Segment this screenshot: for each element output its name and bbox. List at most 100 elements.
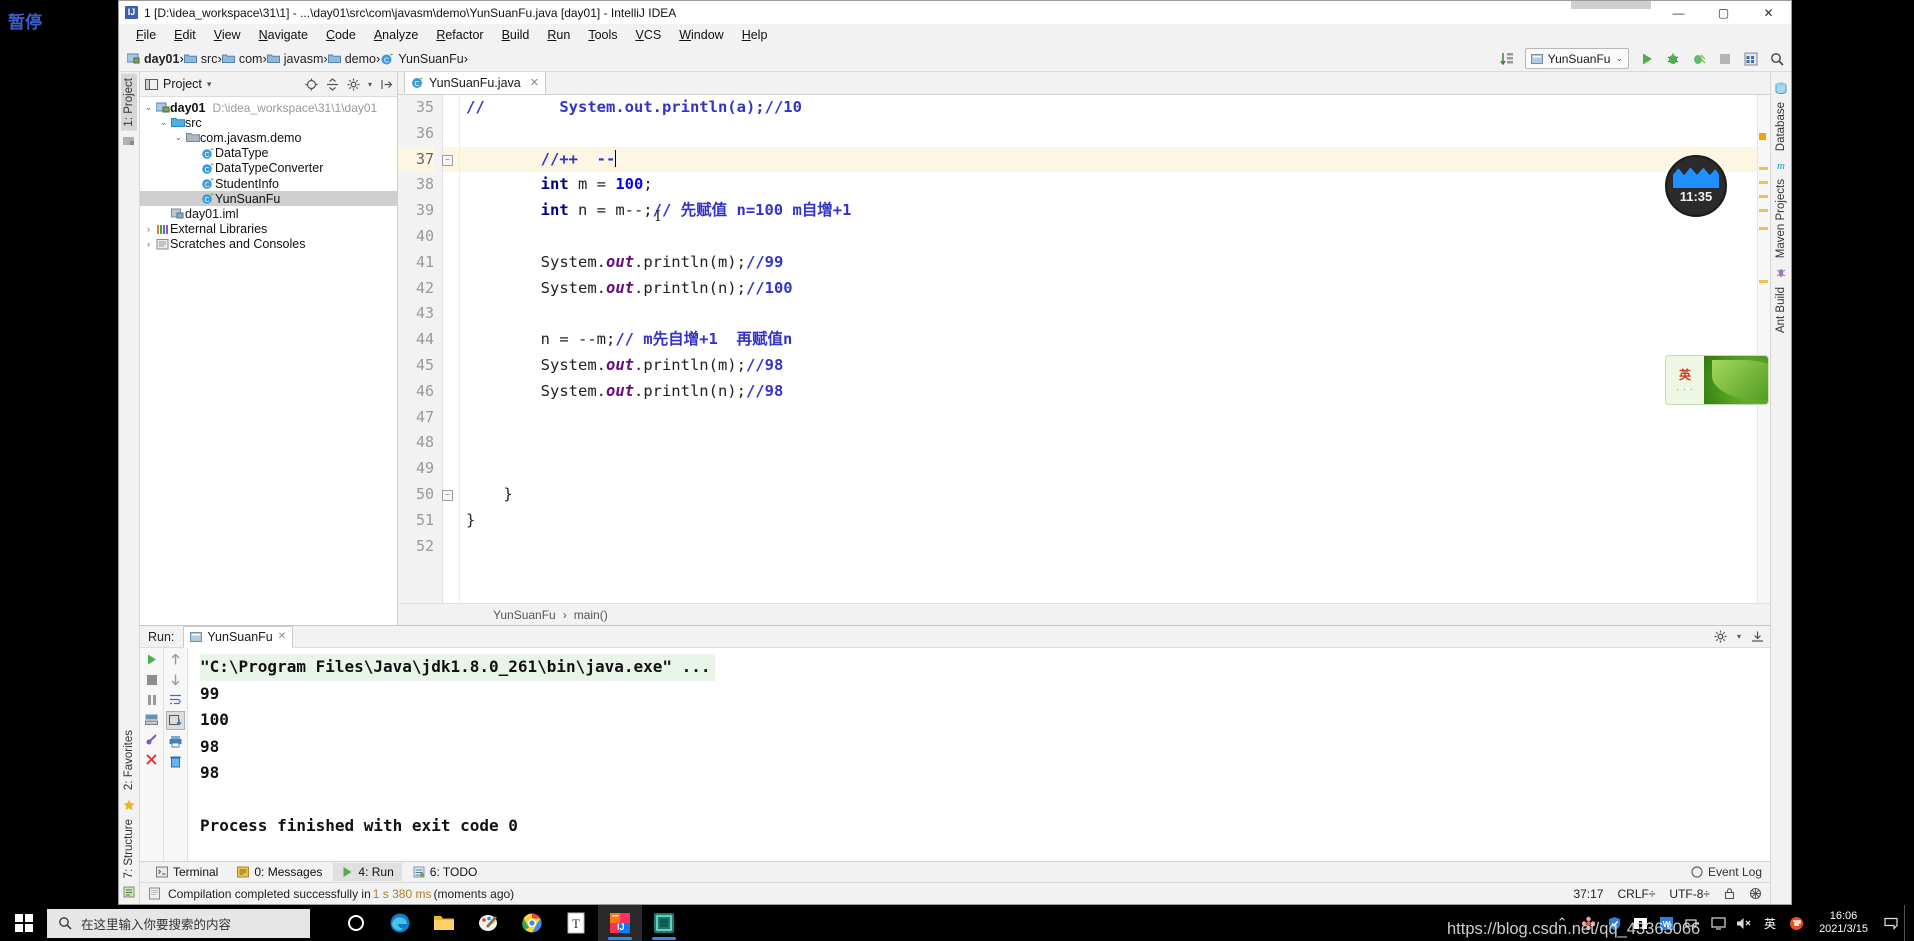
menu-item-tools[interactable]: Tools bbox=[579, 26, 626, 44]
sort-icon[interactable] bbox=[1499, 50, 1516, 67]
hide-icon[interactable] bbox=[380, 78, 393, 91]
run-tab-yunsuanfu[interactable]: YunSuanFu ✕ bbox=[183, 625, 294, 648]
tree-node-src[interactable]: ⌄ src bbox=[140, 115, 397, 130]
tree-node-studentinfo[interactable]: C StudentInfo bbox=[140, 176, 397, 191]
menu-item-view[interactable]: View bbox=[205, 26, 250, 44]
run-with-coverage-button[interactable] bbox=[1690, 50, 1707, 67]
close-button[interactable] bbox=[143, 751, 160, 768]
scroll-to-end-button[interactable] bbox=[166, 711, 185, 730]
soft-wrap-button[interactable] bbox=[143, 731, 160, 748]
menu-item-file[interactable]: File bbox=[127, 26, 165, 44]
code-fold-toggle[interactable]: − bbox=[442, 490, 453, 501]
tree-node-com-javasm-demo[interactable]: ⌄ com.javasm.demo bbox=[140, 130, 397, 145]
gear-icon[interactable] bbox=[347, 78, 360, 91]
file-explorer-icon[interactable] bbox=[422, 905, 466, 941]
down-arrow-icon[interactable] bbox=[167, 671, 184, 688]
breadcrumb-class[interactable]: YunSuanFu bbox=[493, 608, 556, 622]
action-center-icon[interactable] bbox=[1878, 905, 1904, 941]
error-stripe-markers[interactable] bbox=[1757, 95, 1770, 603]
taskbar-clock[interactable]: 16:06 2021/3/15 bbox=[1809, 910, 1878, 936]
ime-status[interactable]: 英 · · · bbox=[1666, 356, 1704, 404]
search-icon[interactable] bbox=[1768, 50, 1785, 67]
collapse-all-icon[interactable] bbox=[326, 77, 339, 91]
sidebar-item-maven-projects[interactable]: Maven Projects bbox=[1773, 175, 1789, 262]
show-desktop-button[interactable] bbox=[1904, 905, 1912, 941]
sidebar-item-database[interactable]: Database bbox=[1773, 98, 1789, 155]
breadcrumb-item-day01[interactable]: day01 bbox=[127, 52, 179, 66]
console-output[interactable]: "C:\Program Files\Java\jdk1.8.0_261\bin\… bbox=[188, 648, 1770, 861]
menu-item-refactor[interactable]: Refactor bbox=[427, 26, 492, 44]
breadcrumb-item-yunsuanfu[interactable]: C YunSuanFu bbox=[380, 52, 464, 66]
menu-item-vcs[interactable]: VCS bbox=[627, 26, 671, 44]
intellij-idea-icon[interactable]: IJ bbox=[598, 905, 642, 941]
code-fold-toggle[interactable]: − bbox=[442, 154, 453, 166]
tree-node-datatype[interactable]: C DataType bbox=[140, 146, 397, 161]
menu-item-analyze[interactable]: Analyze bbox=[365, 26, 427, 44]
debug-button[interactable] bbox=[1664, 50, 1681, 67]
run-configuration-selector[interactable]: YunSuanFu ⌄ bbox=[1524, 48, 1629, 69]
tray-ime-icon[interactable]: 英 bbox=[1757, 905, 1783, 941]
file-encoding[interactable]: UTF-8÷ bbox=[1669, 887, 1710, 901]
tool-window-button-0-messages[interactable]: 0: Messages bbox=[229, 863, 330, 881]
close-button[interactable]: ✕ bbox=[1746, 1, 1791, 24]
tree-node-scratches-and-consoles[interactable]: › Scratches and Consoles bbox=[140, 237, 397, 252]
event-log-button[interactable]: Event Log bbox=[1691, 865, 1762, 879]
tray-volume-muted-icon[interactable] bbox=[1731, 905, 1757, 941]
ime-floating-widget[interactable]: 英 · · · bbox=[1665, 355, 1769, 405]
breadcrumb-item-com[interactable]: com bbox=[221, 52, 262, 66]
rerun-button[interactable] bbox=[143, 651, 160, 668]
menu-item-help[interactable]: Help bbox=[733, 26, 777, 44]
code-text[interactable]: // System.out.println(a);//10 //++ -- in… bbox=[460, 95, 1757, 603]
editor-tab-yunsuanfu[interactable]: C YunSuanFu.java ✕ bbox=[404, 71, 546, 94]
sidebar-item-structure[interactable]: 7: Structure bbox=[121, 815, 137, 882]
minimize-button[interactable]: — bbox=[1656, 1, 1701, 24]
sidebar-item-favorites[interactable]: 2: Favorites bbox=[121, 726, 137, 794]
database-icon[interactable] bbox=[1742, 50, 1759, 67]
soft-wrap-toggle[interactable] bbox=[167, 691, 184, 708]
chrome-icon[interactable] bbox=[510, 905, 554, 941]
up-arrow-icon[interactable] bbox=[167, 651, 184, 668]
typora-icon[interactable]: T bbox=[554, 905, 598, 941]
menu-item-window[interactable]: Window bbox=[670, 26, 732, 44]
menu-item-run[interactable]: Run bbox=[538, 26, 579, 44]
print-icon[interactable] bbox=[167, 733, 184, 750]
desktop-clock-widget[interactable]: 11:35 bbox=[1665, 155, 1727, 217]
tool-window-button-4-run[interactable]: 4: Run bbox=[333, 863, 402, 881]
tree-node-datatypeconverter[interactable]: C DataTypeConverter bbox=[140, 161, 397, 176]
close-icon[interactable]: ✕ bbox=[278, 631, 286, 642]
cortana-icon[interactable] bbox=[334, 905, 378, 941]
sidebar-item-project[interactable]: 1: Project bbox=[121, 74, 137, 131]
run-button[interactable] bbox=[1638, 50, 1655, 67]
close-icon[interactable]: ✕ bbox=[530, 76, 539, 89]
window-drag-handle[interactable] bbox=[1571, 1, 1651, 9]
project-tree[interactable]: ⌄ day01 D:\idea_workspace\31\1\day01 ⌄ src ⌄ c… bbox=[140, 97, 397, 625]
sidebar-item-ant-build[interactable]: Ant Build bbox=[1773, 283, 1789, 337]
taskbar-search-box[interactable]: 在这里输入你要搜索的内容 bbox=[47, 908, 310, 938]
chevron-down-icon[interactable]: ⌄ bbox=[157, 117, 170, 128]
chevron-right-icon[interactable]: › bbox=[142, 224, 155, 234]
tool-window-button-terminal[interactable]: Terminal bbox=[148, 863, 226, 881]
settings-caret-icon[interactable]: ▾ bbox=[1737, 632, 1741, 641]
tree-node-day01[interactable]: ⌄ day01 D:\idea_workspace\31\1\day01 bbox=[140, 100, 397, 115]
caret-position[interactable]: 37:17 bbox=[1573, 887, 1603, 901]
pause-button[interactable] bbox=[143, 691, 160, 708]
tray-foxmail-icon[interactable] bbox=[1783, 905, 1809, 941]
chevron-down-icon[interactable]: ⌄ bbox=[172, 132, 185, 143]
chevron-down-icon[interactable]: ▾ bbox=[207, 79, 212, 90]
lock-icon[interactable] bbox=[1724, 887, 1735, 900]
chevron-right-icon[interactable]: › bbox=[142, 239, 155, 249]
fold-gutter[interactable]: − − bbox=[442, 95, 460, 603]
chevron-down-icon[interactable]: ⌄ bbox=[142, 102, 155, 113]
menu-item-build[interactable]: Build bbox=[493, 26, 539, 44]
breadcrumb-item-src[interactable]: src bbox=[183, 52, 217, 66]
menu-item-navigate[interactable]: Navigate bbox=[250, 26, 317, 44]
tree-node-day01-iml[interactable]: day01.iml bbox=[140, 206, 397, 221]
settings-caret-icon[interactable]: ▾ bbox=[368, 80, 372, 89]
console-toggle-button[interactable] bbox=[143, 711, 160, 728]
trash-icon[interactable] bbox=[167, 753, 184, 770]
edge-icon[interactable] bbox=[378, 905, 422, 941]
start-button[interactable] bbox=[0, 905, 47, 941]
tree-node-external-libraries[interactable]: › External Libraries bbox=[140, 222, 397, 237]
code-editor[interactable]: 35 36 37 38 39 40 41 42 43 44 45 46 47 48 49 50 51 52 − − … bbox=[398, 95, 1770, 603]
menu-item-code[interactable]: Code bbox=[317, 26, 365, 44]
